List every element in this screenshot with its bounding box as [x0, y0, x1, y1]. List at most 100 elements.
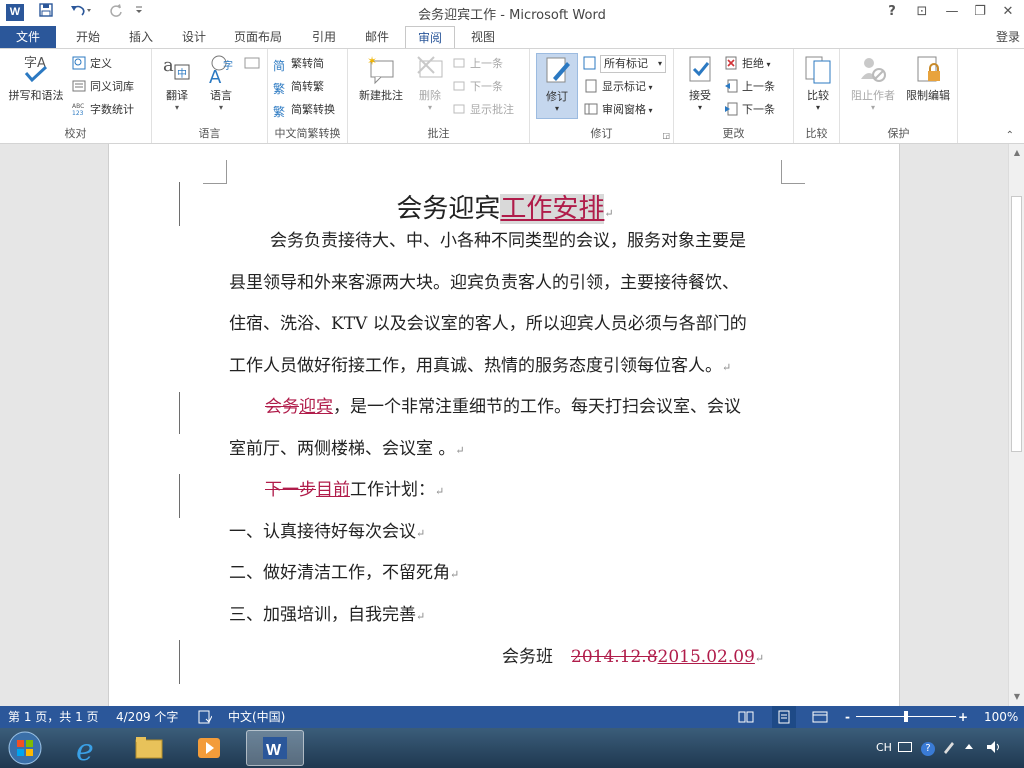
close-button[interactable]: ✕ [996, 2, 1020, 22]
deleted-text[interactable]: 下一步 [265, 480, 316, 500]
read-mode-icon[interactable] [738, 706, 754, 728]
tab-layout[interactable]: 页面布局 [222, 26, 294, 48]
zoom-slider-thumb[interactable] [904, 711, 908, 722]
page-count[interactable]: 第 1 页，共 1 页 [8, 706, 99, 728]
tab-insert[interactable]: 插入 [116, 26, 166, 48]
document-title[interactable]: 会务迎宾工作安排↵ [109, 188, 901, 225]
language-status[interactable]: 中文(中国) [228, 706, 285, 728]
reviewing-pane-button[interactable]: 审阅窗格 ▾ [584, 100, 653, 120]
inserted-text[interactable]: 工作安排 [500, 194, 605, 224]
delete-comment-button[interactable]: 删除 ▾ [410, 53, 450, 112]
thesaurus-button[interactable]: 同义词库 [72, 77, 134, 97]
svg-text:字: 字 [223, 59, 233, 72]
translate-dropdown-icon[interactable]: ▾ [156, 103, 198, 112]
to-traditional-button[interactable]: 繁简转繁 [273, 77, 324, 97]
paragraph-1-line-4[interactable]: 工作人员做好衔接工作，用真诚、热情的服务态度引领每位客人。↵ [229, 351, 731, 376]
new-comment-button[interactable]: ✶ 新建批注 [354, 53, 408, 103]
language-button[interactable]: A字 语言 ▾ [200, 53, 242, 112]
compare-button[interactable]: 比较 ▾ [798, 53, 838, 112]
ribbon-display-button[interactable]: ⊡ [910, 2, 934, 22]
volume-icon[interactable] [986, 728, 1002, 768]
ribbon: 字A 拼写和语法 定义 同义词库 ABC 123 字数统计 校对 a中 翻译 ▾ A… [0, 48, 1024, 144]
change-bar [179, 640, 180, 684]
signature-line[interactable]: 会务班 2014.12.82015.02.09↵ [502, 642, 764, 667]
block-authors-button[interactable]: 阻止作者 ▾ [844, 53, 902, 112]
help-tray-icon[interactable]: ? [920, 728, 936, 768]
word-count[interactable]: 4/209 个字 [116, 706, 178, 728]
accept-button[interactable]: 接受 ▾ [680, 53, 720, 112]
language-icon: A字 [205, 53, 237, 88]
show-markup-button[interactable]: 显示标记 ▾ [584, 77, 653, 97]
restore-button[interactable]: ❐ [968, 2, 992, 22]
translate-button[interactable]: a中 翻译 ▾ [156, 53, 198, 112]
list-item[interactable]: 一、认真接待好每次会议↵ [229, 517, 425, 542]
pen-tray-icon[interactable] [942, 728, 956, 768]
inserted-text[interactable]: 迎宾 [299, 397, 333, 417]
zoom-slider[interactable] [856, 706, 956, 728]
prev-change-button[interactable]: 上一条 [724, 77, 775, 97]
keyboard-icon[interactable] [898, 728, 912, 768]
web-layout-icon[interactable] [812, 706, 828, 728]
word-count-button[interactable]: ABC 123 字数统计 [72, 100, 134, 120]
zoom-in-button[interactable]: + [958, 706, 968, 728]
document-page[interactable]: 会务迎宾工作安排↵ 会务负责接待大、中、小各种不同类型的会议，服务对象主要是 县… [108, 144, 900, 706]
proofing-status-icon[interactable] [198, 706, 213, 728]
scroll-thumb[interactable] [1011, 196, 1022, 452]
svg-text:e: e [76, 733, 94, 766]
inserted-text[interactable]: 目前 [316, 480, 350, 500]
word-taskbar-icon[interactable]: W [246, 730, 304, 766]
prev-comment-button[interactable]: 上一条 [452, 54, 503, 74]
deleted-text[interactable]: 2014.12.8 [571, 647, 658, 667]
track-changes-button[interactable]: 修订 ▾ [536, 53, 578, 119]
vertical-scrollbar[interactable]: ▲ ▼ [1008, 144, 1024, 706]
next-comment-button[interactable]: 下一条 [452, 77, 503, 97]
taskbar: e W CH ? [0, 728, 1024, 768]
convert-chinese-button[interactable]: 繁简繁转换 [273, 100, 335, 120]
scroll-down-icon[interactable]: ▼ [1009, 690, 1024, 704]
tab-design[interactable]: 设计 [168, 26, 220, 48]
inserted-text[interactable]: 2015.02.09 [658, 647, 755, 667]
input-language-indicator[interactable]: CH [876, 728, 892, 768]
paragraph-1-line-1[interactable]: 会务负责接待大、中、小各种不同类型的会议，服务对象主要是 [270, 226, 746, 251]
paragraph-1-line-2[interactable]: 县里领导和外来客源两大块。迎宾负责客人的引领，主要接待餐饮、 [229, 268, 739, 293]
define-button[interactable]: 定义 [72, 54, 112, 74]
list-item[interactable]: 三、加强培训，自我完善↵ [229, 600, 425, 625]
print-layout-icon[interactable] [772, 706, 796, 728]
tab-mailings[interactable]: 邮件 [352, 26, 402, 48]
restrict-editing-button[interactable]: 限制编辑 [900, 53, 956, 103]
paragraph-3[interactable]: 下一步目前工作计划：↵ [265, 475, 444, 500]
markup-select[interactable]: 所有标记 ▾ [600, 55, 666, 73]
paragraph-2-line-1[interactable]: 会务迎宾，是一个非常注重细节的工作。每天打扫会议室、会议 [265, 392, 741, 417]
language-dropdown-icon[interactable]: ▾ [200, 103, 242, 112]
reject-icon [724, 56, 738, 70]
show-hidden-icons-icon[interactable] [964, 728, 974, 768]
scroll-up-icon[interactable]: ▲ [1009, 146, 1024, 160]
paragraph-2-line-2[interactable]: 室前厅、两侧楼梯、会议室 。↵ [229, 434, 465, 459]
paragraph-1-line-3[interactable]: 住宿、洗浴、KTV 以及会议室的客人，所以迎宾人员必须与各部门的 [229, 309, 747, 334]
login-link[interactable]: 登录 [996, 26, 1020, 48]
tab-view[interactable]: 视图 [458, 26, 508, 48]
to-simplified-button[interactable]: 简繁转简 [273, 54, 324, 74]
ie-taskbar-icon[interactable]: e [62, 730, 116, 768]
tab-file[interactable]: 文件 [0, 26, 56, 48]
media-player-taskbar-icon[interactable] [182, 730, 236, 766]
spelling-grammar-button[interactable]: 字A 拼写和语法 [4, 53, 68, 103]
zoom-level[interactable]: 100% [984, 706, 1018, 728]
tracking-dialog-launcher-icon[interactable]: ◲ [662, 131, 670, 140]
minimize-button[interactable]: — [940, 2, 964, 22]
help-button[interactable]: ? [880, 2, 904, 22]
start-button[interactable] [6, 730, 44, 766]
language-extra-icon[interactable] [244, 57, 260, 72]
tab-home[interactable]: 开始 [62, 26, 114, 48]
list-item[interactable]: 二、做好清洁工作，不留死角↵ [229, 558, 459, 583]
zoom-out-button[interactable]: - [845, 706, 850, 728]
group-comments: ✶ 新建批注 删除 ▾ 上一条 下一条 显示批注 批注 [348, 49, 530, 143]
show-comments-button[interactable]: 显示批注 [452, 100, 514, 120]
deleted-text[interactable]: 会务 [265, 397, 299, 417]
collapse-ribbon-icon[interactable]: ⌃ [1006, 130, 1014, 141]
tab-review[interactable]: 审阅 [405, 26, 455, 49]
tab-references[interactable]: 引用 [298, 26, 350, 48]
next-change-button[interactable]: 下一条 [724, 100, 775, 120]
explorer-taskbar-icon[interactable] [122, 730, 176, 766]
reject-button[interactable]: 拒绝 ▾ [724, 54, 771, 74]
